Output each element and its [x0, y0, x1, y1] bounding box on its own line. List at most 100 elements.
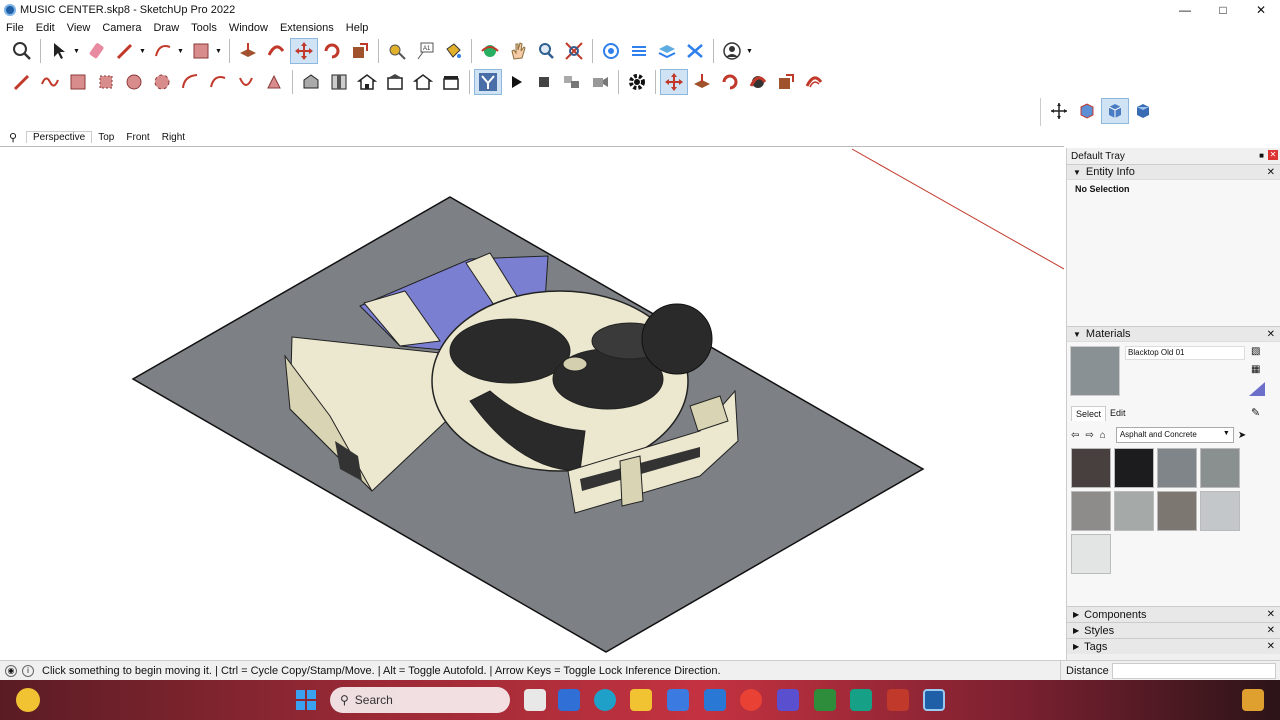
extension-warehouse-tool[interactable] — [625, 38, 653, 64]
menu-extensions[interactable]: Extensions — [274, 22, 340, 34]
info-icon[interactable]: i — [22, 664, 34, 677]
zoom-extents-tool[interactable] — [8, 38, 36, 64]
follow-me-tool-2[interactable] — [744, 69, 772, 95]
account-button[interactable] — [718, 38, 746, 64]
zoom-tool[interactable] — [532, 38, 560, 64]
three-point-arc-tool[interactable] — [232, 69, 260, 95]
sample-paint-icon[interactable]: ▧ — [1251, 346, 1260, 357]
scene-search-icon[interactable]: ⚲ — [0, 131, 26, 144]
material-swatch[interactable] — [1114, 448, 1154, 488]
rotate-tool[interactable] — [318, 38, 346, 64]
eraser-tool[interactable] — [83, 38, 111, 64]
panel-close-icon[interactable]: ✕ — [1267, 625, 1275, 636]
material-swatch[interactable] — [1071, 491, 1111, 531]
material-name-field[interactable]: Blacktop Old 01 — [1125, 346, 1245, 360]
home-icon[interactable]: ⌂ — [1100, 430, 1106, 441]
arc-tool-2[interactable] — [176, 69, 204, 95]
zoom-window-tool[interactable] — [560, 38, 588, 64]
copilot-icon[interactable] — [1242, 689, 1264, 711]
play-button[interactable] — [502, 69, 530, 95]
offset-tool[interactable] — [800, 69, 828, 95]
menu-draw[interactable]: Draw — [147, 22, 185, 34]
styles-header[interactable]: ▶ Styles ✕ — [1067, 622, 1280, 638]
extension-manager-tool[interactable] — [681, 38, 709, 64]
line-tool[interactable] — [111, 38, 139, 64]
menu-help[interactable]: Help — [340, 22, 375, 34]
teams-icon[interactable] — [558, 689, 580, 711]
material-swatch[interactable] — [1200, 491, 1240, 531]
menu-edit[interactable]: Edit — [30, 22, 61, 34]
move-tool[interactable] — [290, 38, 318, 64]
two-point-arc-tool[interactable] — [204, 69, 232, 95]
follow-me-tool[interactable] — [262, 38, 290, 64]
tags-header[interactable]: ▶ Tags ✕ — [1067, 638, 1280, 654]
circle-tool[interactable] — [120, 69, 148, 95]
view-back-button[interactable] — [409, 69, 437, 95]
section-plane-tool[interactable] — [474, 69, 502, 95]
tray-close-button[interactable]: ✕ — [1268, 150, 1278, 160]
shape-dropdown[interactable]: ▼ — [215, 48, 225, 55]
view-right-button[interactable] — [381, 69, 409, 95]
select-dropdown[interactable]: ▼ — [73, 48, 83, 55]
pin-icon[interactable]: ■ — [1259, 151, 1264, 160]
minimize-button[interactable]: — — [1166, 0, 1204, 20]
photos-icon[interactable] — [777, 689, 799, 711]
3dsmax-icon[interactable] — [850, 689, 872, 711]
scene-tab-top[interactable]: Top — [92, 132, 120, 143]
xray-style-button[interactable] — [1073, 98, 1101, 124]
material-library-select[interactable]: Asphalt and Concrete ▼ — [1115, 427, 1234, 443]
menu-window[interactable]: Window — [223, 22, 274, 34]
pie-tool[interactable] — [260, 69, 288, 95]
material-swatch[interactable] — [1071, 534, 1111, 574]
panel-close-icon[interactable]: ✕ — [1267, 167, 1275, 178]
file-explorer-icon[interactable] — [630, 689, 652, 711]
textured-style-button[interactable] — [1129, 98, 1157, 124]
scale-tool[interactable] — [346, 38, 374, 64]
account-dropdown[interactable]: ▼ — [746, 48, 756, 55]
materials-header[interactable]: ▼ Materials ✕ — [1067, 326, 1280, 342]
section-display-toggle[interactable] — [558, 69, 586, 95]
entity-info-header[interactable]: ▼ Entity Info ✕ — [1067, 164, 1280, 180]
maximize-button[interactable]: □ — [1204, 0, 1242, 20]
rectangle-tool-2[interactable] — [64, 69, 92, 95]
material-swatch[interactable] — [1114, 491, 1154, 531]
components-header[interactable]: ▶ Components ✕ — [1067, 606, 1280, 622]
task-view-icon[interactable] — [524, 689, 546, 711]
menu-file[interactable]: File — [0, 22, 30, 34]
scene-tab-front[interactable]: Front — [120, 132, 155, 143]
stop-button[interactable] — [530, 69, 558, 95]
model-canvas[interactable] — [0, 147, 1064, 658]
rotate-tool-2[interactable] — [716, 69, 744, 95]
position-camera-tool[interactable] — [1045, 98, 1073, 124]
rectangle-tool[interactable] — [187, 38, 215, 64]
forward-arrow-icon[interactable]: ⇨ — [1085, 430, 1093, 441]
view-top-button[interactable] — [325, 69, 353, 95]
push-pull-tool-2[interactable] — [688, 69, 716, 95]
pan-tool[interactable] — [504, 38, 532, 64]
shaded-style-button[interactable] — [1101, 98, 1129, 124]
scene-tab-perspective[interactable]: Perspective — [26, 131, 93, 143]
model-viewport[interactable] — [0, 146, 1064, 658]
arc-dropdown[interactable]: ▼ — [177, 48, 187, 55]
paint-bucket-tool[interactable] — [439, 38, 467, 64]
settings-button[interactable] — [623, 69, 651, 95]
menu-view[interactable]: View — [61, 22, 97, 34]
back-arrow-icon[interactable]: ⇦ — [1071, 430, 1079, 441]
store-icon[interactable] — [667, 689, 689, 711]
line-dropdown[interactable]: ▼ — [139, 48, 149, 55]
panel-close-icon[interactable]: ✕ — [1267, 329, 1275, 340]
tab-edit[interactable]: Edit — [1106, 406, 1130, 421]
push-pull-tool[interactable] — [234, 38, 262, 64]
tab-select[interactable]: Select — [1071, 406, 1107, 421]
edge-icon[interactable] — [594, 689, 616, 711]
sketchup-task-icon[interactable] — [923, 689, 945, 711]
eyedropper-icon[interactable]: ✎ — [1251, 406, 1260, 419]
material-swatch[interactable] — [1157, 448, 1197, 488]
section-cut-toggle[interactable] — [586, 69, 614, 95]
material-swatch[interactable] — [1200, 448, 1240, 488]
details-arrow-icon[interactable]: ➤ — [1238, 430, 1246, 441]
scale-tool-2[interactable] — [772, 69, 800, 95]
menu-camera[interactable]: Camera — [96, 22, 147, 34]
rotated-rectangle-tool[interactable] — [92, 69, 120, 95]
close-button[interactable]: ✕ — [1242, 0, 1280, 20]
